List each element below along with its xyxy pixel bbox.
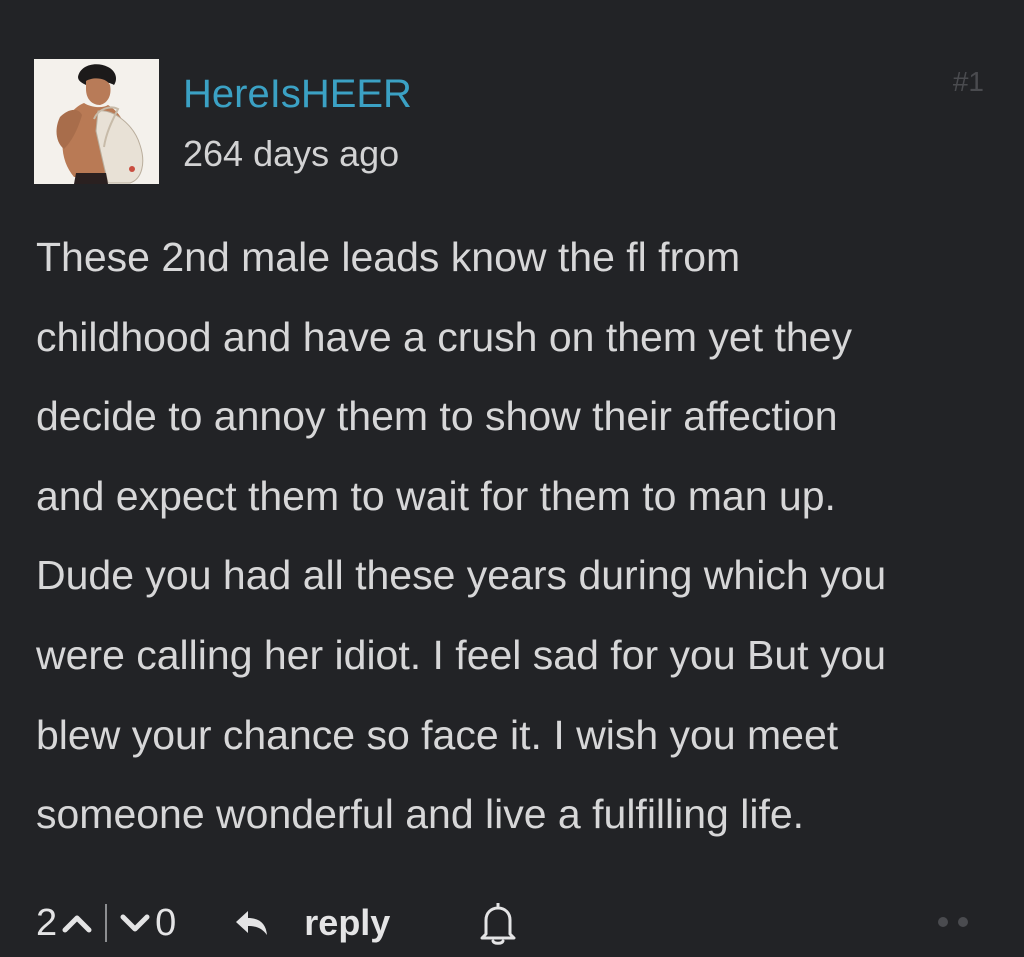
comment-timestamp: 264 days ago xyxy=(183,133,400,174)
comment-body-line: and expect them to wait for them to man … xyxy=(36,472,836,519)
comment-body: These 2nd male leads know the fl from ch… xyxy=(36,218,996,855)
username-link[interactable]: HereIsHEER xyxy=(183,70,412,118)
upvote-count: 2 xyxy=(36,902,58,944)
downvote-count: 0 xyxy=(155,902,177,944)
comment-body-line: someone wonderful and live a fulfilling … xyxy=(36,791,805,838)
comment-card: HereIsHEER 264 days ago #1 These 2nd mal… xyxy=(0,0,1024,957)
reply-button[interactable]: reply xyxy=(234,902,390,944)
vote-divider xyxy=(105,904,108,942)
chevron-down-icon xyxy=(120,914,150,932)
more-options-button[interactable] xyxy=(938,915,968,929)
avatar[interactable] xyxy=(34,59,159,184)
comment-body-line: were calling her idiot. I feel sad for y… xyxy=(36,631,887,678)
subscribe-button[interactable] xyxy=(478,900,518,946)
comment-body-line: blew your chance so face it. I wish you … xyxy=(36,711,839,758)
bell-icon xyxy=(480,903,516,945)
comment-number[interactable]: #1 xyxy=(953,66,984,98)
avatar-image xyxy=(34,59,159,184)
chevron-up-icon xyxy=(62,915,92,933)
downvote-button[interactable] xyxy=(115,893,155,953)
comment-body-line: decide to annoy them to show their affec… xyxy=(36,393,838,440)
comment-body-line: Dude you had all these years during whic… xyxy=(36,552,887,599)
comment-body-line: childhood and have a crush on them yet t… xyxy=(36,313,852,360)
comment-body-line: These 2nd male leads know the fl from xyxy=(36,234,741,280)
upvote-button[interactable] xyxy=(57,893,97,953)
reply-label: reply xyxy=(304,902,391,943)
more-dots-icon xyxy=(958,917,968,927)
more-dots-icon xyxy=(938,917,948,927)
reply-arrow-icon xyxy=(236,911,268,935)
comment-actions: 2 0 reply xyxy=(36,893,518,953)
